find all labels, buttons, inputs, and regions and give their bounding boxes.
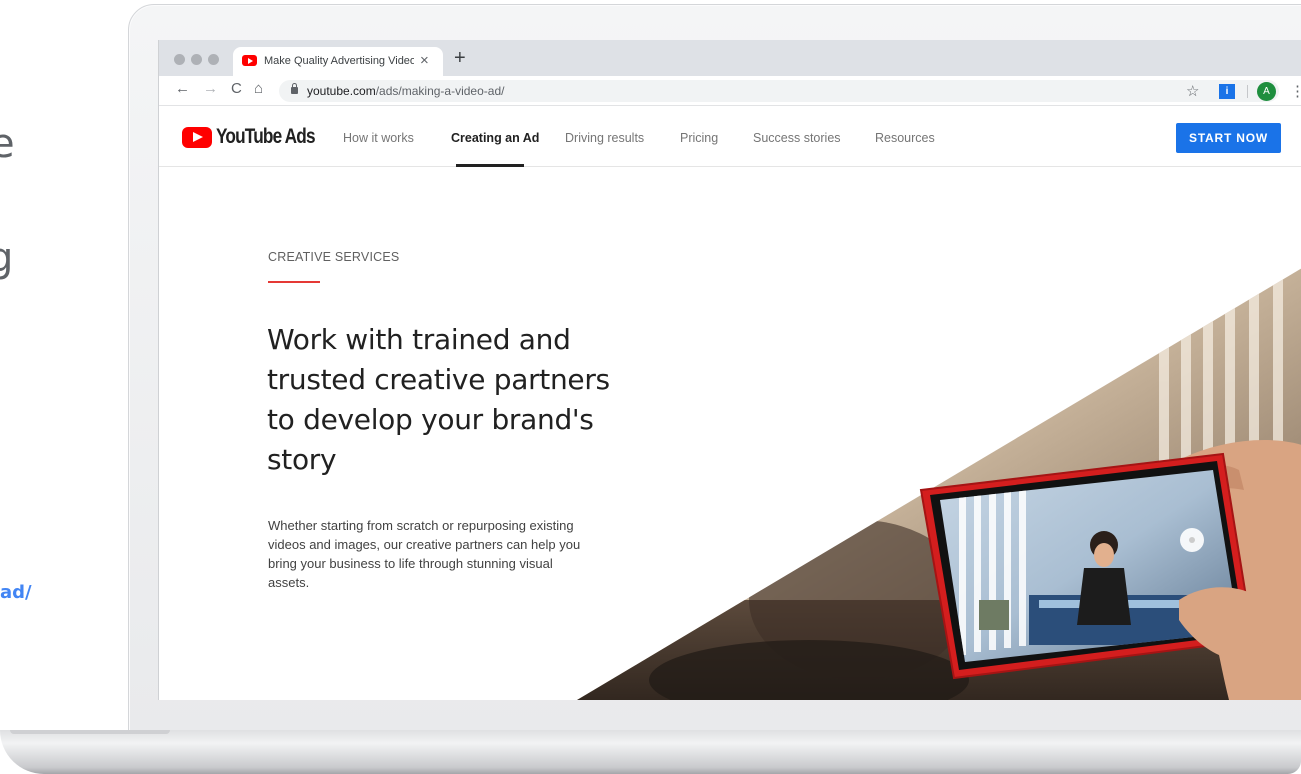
nav-pricing[interactable]: Pricing [680,131,718,145]
nav-driving-results[interactable]: Driving results [565,131,644,145]
nav-how-it-works[interactable]: How it works [343,131,414,145]
logo-text: YouTube Ads [216,125,316,148]
section-eyebrow: CREATIVE SERVICES [268,250,400,264]
reload-icon[interactable]: C [231,81,242,96]
cropped-slide-char: e [0,121,15,167]
address-bar[interactable]: youtube.com/ads/making-a-video-ad/ [279,80,1279,102]
url-text: youtube.com/ads/making-a-video-ad/ [307,84,505,98]
extension-icon[interactable]: i [1219,84,1235,99]
tab-title: Make Quality Advertising Videos [264,55,414,67]
youtube-play-icon [182,127,212,148]
hero-body-text: Whether starting from scratch or repurpo… [268,518,581,590]
more-menu-icon[interactable]: ⋮ [1290,82,1301,100]
nav-resources[interactable]: Resources [875,131,935,145]
accent-divider [268,281,320,283]
start-now-button[interactable]: START NOW [1176,123,1281,153]
new-tab-button[interactable]: + [454,48,466,68]
nav-creating-an-ad[interactable]: Creating an Ad [451,131,539,145]
marketing-slide: e g ad/ Make Quality Advertising Videos … [0,0,1301,774]
bookmark-star-icon[interactable]: ☆ [1186,82,1199,100]
laptop-base [0,730,1301,774]
active-nav-indicator [456,164,524,167]
browser-toolbar: ← → C ⌂ youtube.com/ads/making-a-video-a… [159,76,1301,106]
cropped-url-text: ad/ [0,582,32,603]
window-minimize-dot[interactable] [191,54,202,65]
youtube-favicon-icon [242,55,257,66]
browser-window: Make Quality Advertising Videos × + ← → … [158,40,1301,700]
back-icon[interactable]: ← [175,81,190,96]
close-icon[interactable]: × [420,52,429,69]
window-maximize-dot[interactable] [208,54,219,65]
window-close-dot[interactable] [174,54,185,65]
browser-tab[interactable]: Make Quality Advertising Videos × [233,47,443,76]
profile-avatar[interactable]: A [1257,82,1276,101]
lock-icon [291,83,298,94]
tab-strip: Make Quality Advertising Videos × + [159,40,1301,76]
hero-headline: Work with trained and trusted creative p… [267,323,610,476]
forward-icon[interactable]: → [203,81,218,96]
cropped-slide-char: g [0,235,14,281]
site-header: YouTube Ads How it works Creating an Ad … [159,107,1301,167]
toolbar-divider [1247,85,1248,98]
home-icon[interactable]: ⌂ [254,81,263,96]
nav-success-stories[interactable]: Success stories [753,131,841,145]
